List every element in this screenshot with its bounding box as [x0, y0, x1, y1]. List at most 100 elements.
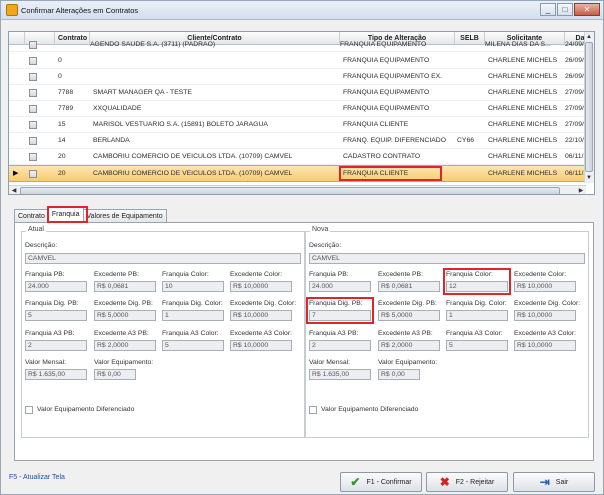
exit-button-label: Sair — [555, 478, 569, 486]
atual-legend: Atual — [26, 226, 46, 233]
table-row[interactable]: 7789 XXQUALIDADE FRANQUIA EQUIPAMENTO CH… — [9, 101, 588, 117]
cell-tipo: FRANQUIA EQUIPAMENTO EX. — [343, 73, 443, 80]
confirm-button[interactable]: ✔ F1 - Confirmar — [340, 472, 422, 492]
scroll-left-icon[interactable]: ◀ — [9, 186, 19, 194]
cell-solicitante: CHARLENE MICHELS — [488, 105, 558, 112]
reject-button[interactable]: ✖ F2 - Rejeitar — [426, 472, 508, 492]
scroll-up-icon[interactable]: ▲ — [584, 32, 594, 42]
cell-cliente: CAMBORIU COMERCIO DE VEICULOS LTDA. (107… — [93, 153, 293, 160]
horizontal-scroll-thumb[interactable] — [20, 187, 560, 194]
franquia-color-label: Franquia Color: — [162, 271, 209, 278]
cell-cliente: AGENDO SAUDE S.A. (3711) (PADRAO) — [90, 41, 216, 48]
nova-valor-diferenciado-checkbox[interactable] — [309, 406, 317, 414]
table-row[interactable]: 20 CAMBORIU COMERCIO DE VEICULOS LTDA. (… — [9, 149, 587, 165]
franquia-pb-label: Franquia PB: — [309, 271, 349, 278]
reject-button-label: F2 - Rejeitar — [455, 478, 495, 486]
franquia-a3-pb-label: Franquia A3 PB: — [309, 330, 359, 337]
table-row[interactable]: 14 BERLANDA FRANQ. EQUIP. DIFERENCIADO C… — [9, 133, 588, 149]
vertical-scroll-thumb[interactable] — [585, 42, 593, 172]
row-checkbox[interactable] — [29, 89, 37, 97]
table-row[interactable]: 0 FRANQUIA EQUIPAMENTO EX. CHARLENE MICH… — [9, 69, 588, 85]
maximize-button[interactable]: □ — [557, 3, 573, 16]
row-checkbox[interactable] — [29, 105, 37, 113]
nova-valor-mensal-field: R$ 1.635,00 — [309, 369, 371, 380]
close-button[interactable]: ✕ — [574, 3, 600, 16]
exit-door-icon: ⇥ — [539, 475, 550, 489]
nova-valor-equipamento-field: R$ 0,00 — [378, 369, 420, 380]
valor-equipamento-label: Valor Equipamento: — [94, 359, 154, 366]
grid-vertical-scrollbar[interactable]: ▲ ▼ — [584, 32, 594, 183]
table-row[interactable]: 7788 SMART MANAGER QA - TESTE FRANQUIA E… — [9, 85, 588, 101]
highlight-franquia-tab — [47, 206, 88, 223]
table-row[interactable]: AGENDO SAUDE S.A. (3711) (PADRAO) FRANQU… — [9, 41, 588, 52]
excedente-color-label: Excedente Color: — [514, 271, 567, 278]
atual-excedente-a3-pb-field: R$ 2,0000 — [94, 340, 156, 351]
atual-valor-mensal-field: R$ 1.635,00 — [25, 369, 87, 380]
scroll-right-icon[interactable]: ▶ — [576, 186, 586, 194]
nova-excedente-pb-field: R$ 0,0681 — [378, 281, 440, 292]
franquia-a3-color-label: Franquia A3 Color: — [446, 330, 503, 337]
tab-contrato[interactable]: Contrato — [14, 209, 49, 223]
cell-solicitante: CHARLENE MICHELS — [488, 89, 558, 96]
refresh-shortcut-link[interactable]: F5 - Atualizar Tela — [9, 474, 65, 481]
nova-excedente-color-field: R$ 10,0000 — [514, 281, 576, 292]
excedente-a3-color-label: Excedente A3 Color: — [514, 330, 576, 337]
excedente-a3-pb-label: Excedente A3 PB: — [94, 330, 149, 337]
table-row[interactable]: 0 FRANQUIA EQUIPAMENTO CHARLENE MICHELS … — [9, 53, 588, 69]
cell-tipo: FRANQUIA EQUIPAMENTO — [343, 57, 430, 64]
scroll-down-icon[interactable]: ▼ — [584, 173, 594, 183]
col-contrato[interactable]: Contrato — [55, 32, 90, 45]
window-title: Confirmar Alterações em Contratos — [21, 5, 139, 15]
cell-cliente: BERLANDA — [93, 137, 130, 144]
check-icon: ✔ — [350, 475, 361, 489]
row-checkbox[interactable] — [29, 57, 37, 65]
cell-tipo: FRANQUIA EQUIPAMENTO — [343, 89, 430, 96]
nova-excedente-dig-pb-field: R$ 5,0000 — [378, 310, 440, 321]
franquia-dig-pb-label: Franquia Dig. PB: — [25, 300, 79, 307]
grid-horizontal-scrollbar[interactable]: ◀ ▶ — [9, 185, 586, 194]
table-row-selected[interactable]: ▶ 20 CAMBORIU COMERCIO DE VEICULOS LTDA.… — [9, 165, 587, 182]
franquia-a3-pb-label: Franquia A3 PB: — [25, 330, 75, 337]
highlight-tipo-alteracao — [339, 166, 442, 181]
tab-valores-equipamento[interactable]: Valores de Equipamento — [82, 209, 167, 223]
atual-excedente-dig-pb-field: R$ 5,0000 — [94, 310, 156, 321]
row-checkbox[interactable] — [29, 137, 37, 145]
nova-franquia-dig-color-field: 1 — [446, 310, 508, 321]
details-tabs: Contrato Franquia Valores de Equipamento — [14, 207, 167, 223]
current-row-arrow-icon: ▶ — [13, 170, 19, 177]
changes-grid[interactable]: Contrato Cliente/Contrato Tipo de Altera… — [8, 31, 595, 195]
row-checkbox[interactable] — [29, 170, 37, 178]
cell-cliente: SMART MANAGER QA - TESTE — [93, 89, 192, 96]
nova-excedente-a3-pb-field: R$ 2,0000 — [378, 340, 440, 351]
cell-contrato: 15 — [58, 121, 66, 128]
nova-excedente-a3-color-field: R$ 10,0000 — [514, 340, 576, 351]
minimize-button[interactable]: _ — [540, 3, 556, 16]
cell-cliente: CAMBORIU COMERCIO DE VEICULOS LTDA. (107… — [93, 170, 293, 177]
cell-selb: CY66 — [457, 137, 475, 144]
row-checkbox[interactable] — [29, 41, 37, 49]
valor-equipamento-label: Valor Equipamento: — [378, 359, 438, 366]
row-checkbox[interactable] — [29, 153, 37, 161]
nova-legend: Nova — [310, 226, 331, 233]
franquia-dig-color-label: Franquia Dig. Color: — [446, 300, 507, 307]
cell-contrato: 0 — [58, 73, 62, 80]
atual-valor-diferenciado-checkbox[interactable] — [25, 406, 33, 414]
table-row[interactable]: 15 MARISOL VESTUARIO S.A. (15891) BOLETO… — [9, 117, 588, 133]
exit-button[interactable]: ⇥ Sair — [513, 472, 595, 492]
cell-solicitante: CHARLENE MICHELS — [488, 153, 558, 160]
atual-franquia-a3-pb-field: 2 — [25, 340, 87, 351]
atual-franquia-dig-color-field: 1 — [162, 310, 224, 321]
atual-excedente-color-field: R$ 10,0000 — [230, 281, 292, 292]
cell-solicitante: CHARLENE MICHELS — [488, 137, 558, 144]
atual-excedente-dig-color-field: R$ 10,0000 — [230, 310, 292, 321]
cell-tipo: FRANQ. EQUIP. DIFERENCIADO — [343, 137, 446, 144]
highlight-nova-franquia-dig-pb — [306, 297, 374, 324]
cell-solicitante: CHARLENE MICHELS — [488, 121, 558, 128]
excedente-pb-label: Excedente PB: — [94, 271, 139, 278]
cell-contrato: 20 — [58, 170, 66, 177]
col-selb[interactable]: SELB — [455, 32, 485, 45]
row-checkbox[interactable] — [29, 121, 37, 129]
row-checkbox[interactable] — [29, 73, 37, 81]
cell-tipo: FRANQUIA EQUIPAMENTO — [343, 105, 430, 112]
confirm-button-label: F1 - Confirmar — [366, 478, 412, 486]
